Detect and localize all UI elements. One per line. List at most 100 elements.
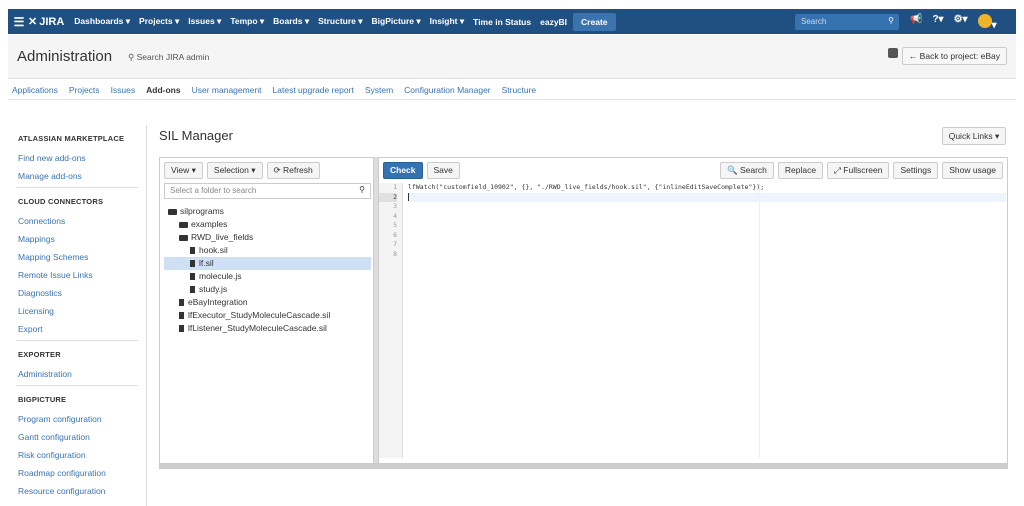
editor-toolbar-left: Check Save (383, 162, 460, 179)
check-button[interactable]: Check (383, 162, 423, 179)
sidebar-item-manage-add-ons[interactable]: Manage add-ons (18, 167, 146, 185)
create-button[interactable]: Create (573, 12, 616, 31)
help-icon[interactable]: ?▾ (932, 14, 943, 31)
tree-item[interactable]: lfExecutor_StudyMoleculeCascade.sil (164, 309, 371, 322)
top-nav-item[interactable]: Boards ▾ (273, 16, 309, 27)
tab-configuration-manager[interactable]: Configuration Manager (404, 85, 490, 95)
notification-icon[interactable]: 📢 (910, 14, 922, 31)
tab-applications[interactable]: Applications (12, 85, 58, 95)
global-search-input[interactable]: Search ⚲ (795, 14, 899, 30)
top-nav-item[interactable]: BigPicture ▾ (372, 16, 421, 27)
tab-issues[interactable]: Issues (111, 85, 136, 95)
show-usage-button[interactable]: Show usage (942, 162, 1003, 179)
file-icon (179, 325, 184, 332)
code-area[interactable]: 12345678 lfWatch("customfield_10902", {}… (379, 183, 1007, 458)
settings-button[interactable]: Settings (893, 162, 939, 179)
tab-system[interactable]: System (365, 85, 393, 95)
sidebar-item-export[interactable]: Export (18, 320, 146, 338)
sidebar-item-mappings[interactable]: Mappings (18, 230, 146, 248)
selection-dropdown[interactable]: Selection ▾ (206, 162, 263, 179)
sidebar-divider (16, 385, 138, 386)
sidebar-item-remote-issue-links[interactable]: Remote Issue Links (18, 266, 146, 284)
admin-search-link[interactable]: ⚲ Search JIRA admin (128, 52, 209, 63)
quick-links-button[interactable]: Quick Links ▾ (942, 127, 1006, 145)
avatar[interactable]: ▾ (977, 14, 997, 31)
tab-user-management[interactable]: User management (192, 85, 262, 95)
tree-item[interactable]: hook.sil (164, 244, 371, 257)
top-nav-item[interactable]: Dashboards ▾ (74, 16, 130, 27)
sidebar-item-diagnostics[interactable]: Diagnostics (18, 284, 146, 302)
top-nav-item[interactable]: Time in Status (473, 17, 531, 27)
tree-item[interactable]: study.js (164, 283, 371, 296)
tree-item[interactable]: examples (164, 218, 371, 231)
tree-item-label: study.js (199, 284, 228, 294)
line-number: 1 (393, 183, 397, 191)
file-icon (190, 286, 195, 293)
tree-item[interactable]: RWD_live_fields (164, 231, 371, 244)
file-browser-toolbar: View ▾ Selection ▾ ⟳ Refresh (164, 162, 320, 179)
tree-item[interactable]: lfListener_StudyMoleculeCascade.sil (164, 322, 371, 335)
top-nav-item[interactable]: Issues ▾ (188, 16, 221, 27)
line-number: 3 (393, 202, 397, 210)
code-editor-panel: Check Save 🔍 Search Replace ⤢ Fullscreen… (378, 157, 1008, 466)
sidebar-item-program-configuration[interactable]: Program configuration (18, 410, 146, 428)
app-switcher-icon[interactable]: ☰ (10, 15, 28, 29)
tab-latest-upgrade-report[interactable]: Latest upgrade report (273, 85, 354, 95)
top-nav-item[interactable]: Tempo ▾ (230, 16, 264, 27)
tab-projects[interactable]: Projects (69, 85, 100, 95)
tree-item-label: lfExecutor_StudyMoleculeCascade.sil (188, 310, 331, 320)
sidebar-item-connections[interactable]: Connections (18, 212, 146, 230)
back-to-project-button[interactable]: ← Back to project: eBay (901, 47, 1007, 65)
file-icon (190, 273, 195, 280)
sidebar-item-administration[interactable]: Administration (18, 365, 146, 383)
sidebar-section-title: ATLASSIAN MARKETPLACE (18, 134, 125, 143)
tab-structure[interactable]: Structure (502, 85, 537, 95)
sidebar-item-resource-configuration[interactable]: Resource configuration (18, 482, 146, 500)
tree-item[interactable]: lf.sil (164, 257, 371, 270)
tree-item-label: lfListener_StudyMoleculeCascade.sil (188, 323, 327, 333)
sidebar-item-roadmap-configuration[interactable]: Roadmap configuration (18, 464, 146, 482)
sidebar-item-risk-configuration[interactable]: Risk configuration (18, 446, 146, 464)
admin-tabs: Applications Projects Issues Add-ons User ma… (8, 80, 1016, 100)
jira-logo-icon: ✕ (28, 16, 38, 28)
settings-icon[interactable]: ⚙▾ (954, 14, 968, 31)
horizontal-scrollbar[interactable] (159, 463, 1008, 469)
folder-icon (179, 221, 188, 228)
code-lines[interactable]: lfWatch("customfield_10902", {}, "./RWD_… (408, 183, 1006, 259)
sidebar-item-licensing[interactable]: Licensing (18, 302, 146, 320)
top-nav-item[interactable]: Structure ▾ (318, 16, 362, 27)
tree-item[interactable]: silprograms (164, 205, 371, 218)
sidebar-divider (16, 340, 138, 341)
sidebar: ATLASSIAN MARKETPLACE Find new add-ons Man… (8, 125, 147, 506)
fullscreen-button[interactable]: ⤢ Fullscreen (827, 162, 890, 179)
line-number: 8 (393, 249, 397, 258)
line-number: 5 (393, 221, 397, 229)
replace-button[interactable]: Replace (777, 162, 824, 179)
line-number: 2 (379, 192, 397, 202)
refresh-button[interactable]: ⟳ Refresh (266, 162, 320, 179)
top-nav-item[interactable]: Insight ▾ (430, 16, 465, 27)
sidebar-item-gantt-configuration[interactable]: Gantt configuration (18, 428, 146, 446)
file-icon (190, 247, 195, 254)
tree-item-label: silprograms (180, 206, 224, 216)
search-icon: ⚲ (359, 185, 365, 194)
search-button[interactable]: 🔍 Search (720, 162, 774, 179)
folder-search-input[interactable]: Select a folder to search ⚲ (164, 183, 371, 199)
save-button[interactable]: Save (426, 162, 460, 179)
top-nav-item[interactable]: eazyBI (540, 17, 567, 27)
sidebar-item-find-new-add-ons[interactable]: Find new add-ons (18, 149, 146, 167)
sidebar-item-mapping-schemes[interactable]: Mapping Schemes (18, 248, 146, 266)
file-tree: silprograms examples RWD_live_fields hook.s… (164, 205, 371, 335)
sidebar-divider (16, 187, 138, 188)
tree-item[interactable]: eBayIntegration (164, 296, 371, 309)
view-dropdown[interactable]: View ▾ (164, 162, 203, 179)
top-nav-item[interactable]: Projects ▾ (139, 16, 179, 27)
text-caret (408, 192, 409, 201)
tree-item[interactable]: molecule.js (164, 270, 371, 283)
tab-add-ons[interactable]: Add-ons (146, 85, 180, 95)
file-icon (179, 312, 184, 319)
folder-icon (179, 234, 188, 241)
jira-logo[interactable]: ✕ JIRA (28, 15, 64, 29)
